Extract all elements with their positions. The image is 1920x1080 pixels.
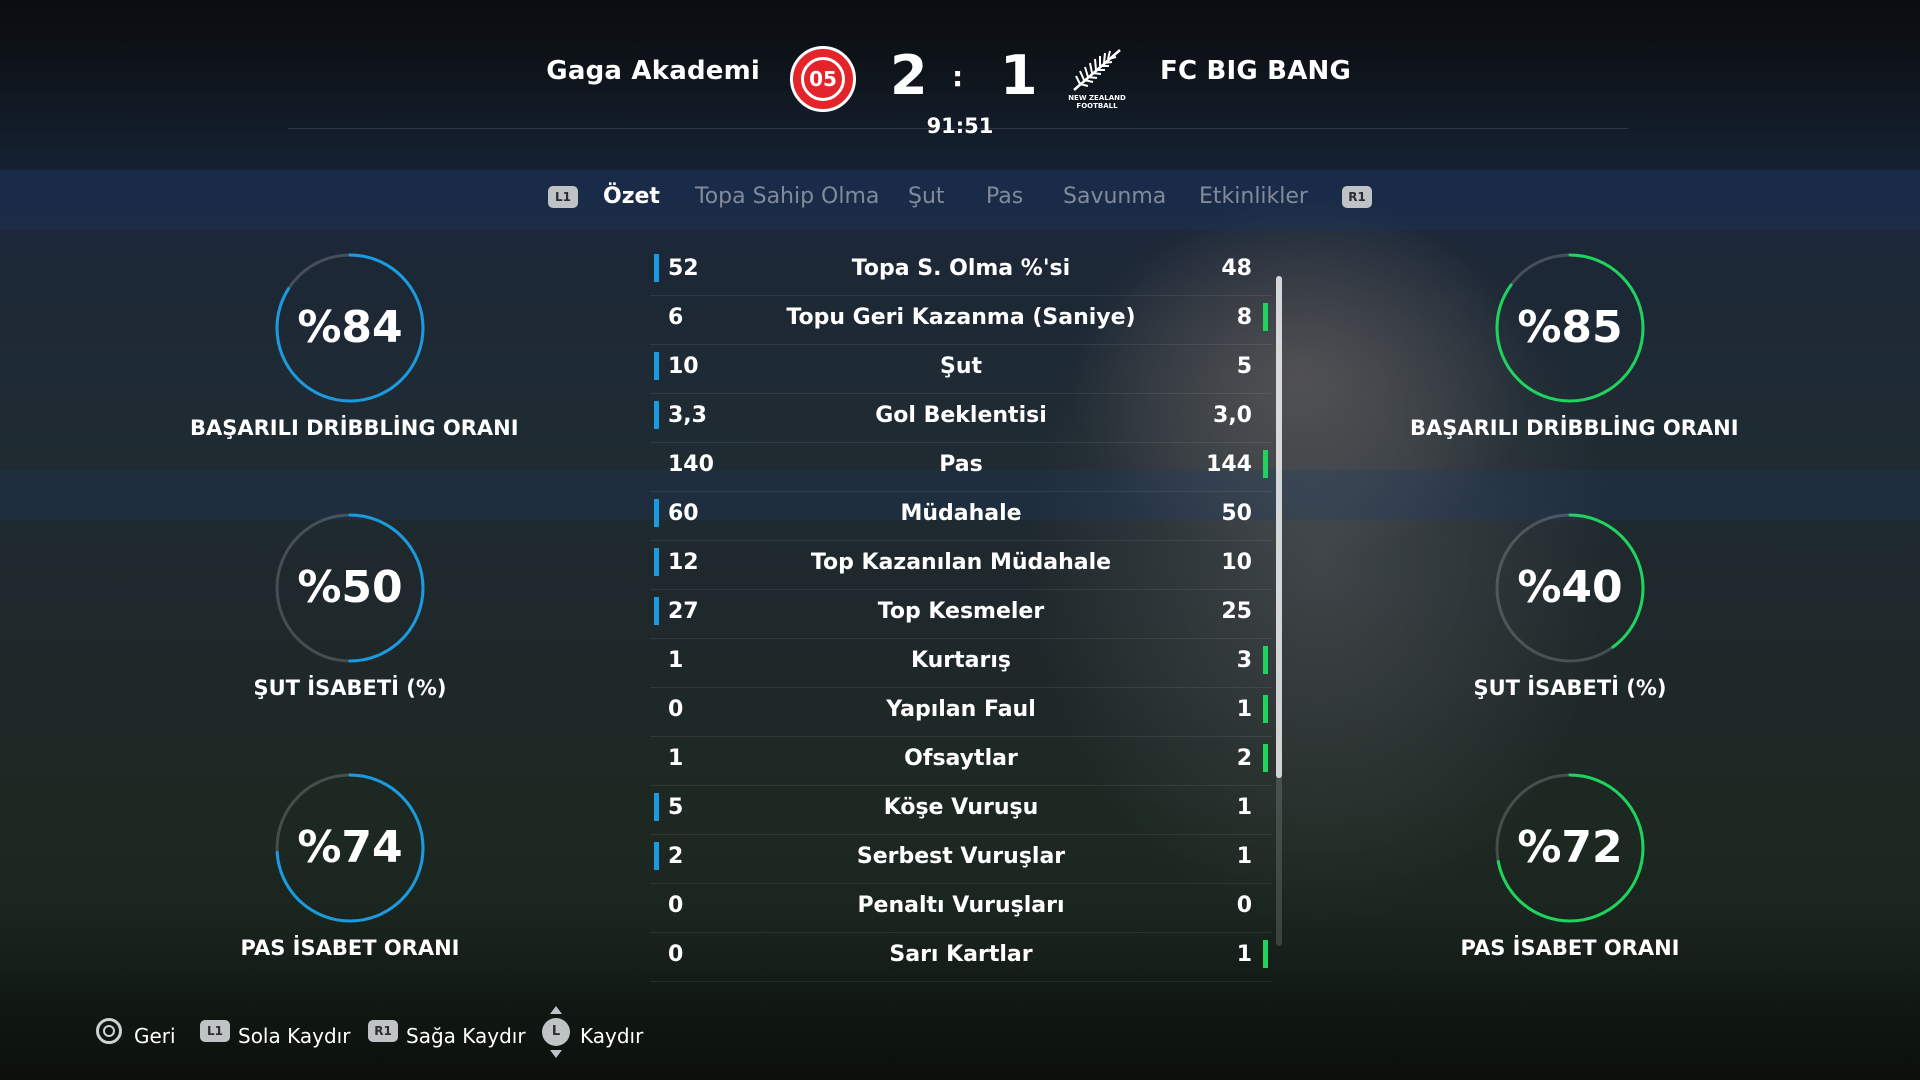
stat-row: 60 Müdahale 50 (650, 491, 1272, 541)
away-stat-value: 48 (1221, 256, 1252, 281)
away-ring-value: %85 (1517, 302, 1623, 353)
away-stat-value: 1 (1236, 795, 1252, 820)
stat-row: 6 Topu Geri Kazanma (Saniye) 8 (650, 295, 1272, 345)
stat-row: 0 Yapılan Faul 1 (650, 687, 1272, 737)
stat-row: 52 Topa S. Olma %'si 48 (650, 246, 1272, 296)
stat-row: 2 Serbest Vuruşlar 1 (650, 834, 1272, 884)
stat-row: 12 Top Kazanılan Müdahale 10 (650, 540, 1272, 590)
stat-row: 140 Pas 144 (650, 442, 1272, 492)
stat-row: 1 Ofsaytlar 2 (650, 736, 1272, 786)
l1-button-icon: L1 (200, 1020, 230, 1042)
away-ring-label: BAŞARILI DRİBBLİNG ORANI (1410, 416, 1739, 440)
stat-label: Topu Geri Kazanma (Saniye) (786, 305, 1136, 330)
away-stat-value: 3,0 (1213, 403, 1252, 428)
fern-icon (1073, 49, 1121, 91)
scroll-left-label: Sola Kaydır (238, 1024, 351, 1048)
stat-label: Pas (939, 452, 983, 477)
away-stat-value: 3 (1236, 648, 1252, 673)
stat-row: 5 Köşe Vuruşu 1 (650, 785, 1272, 835)
home-crest-text: 05 (801, 57, 845, 101)
stat-row: 1 Kurtarış 3 (650, 638, 1272, 688)
home-team-name: Gaga Akademi (546, 56, 760, 86)
away-stat-value: 144 (1206, 452, 1252, 477)
home-ring-label: ŞUT İSABETİ (%) (253, 676, 447, 700)
tab-etkinlikler[interactable]: Etkinlikler (1199, 184, 1308, 209)
away-stat-value: 50 (1221, 501, 1252, 526)
scoreboard: Gaga Akademi 05 2 : 1 NEW ZEALAND FOOTBA… (0, 0, 1920, 140)
away-stat-value: 1 (1236, 697, 1252, 722)
stat-row: 3,3 Gol Beklentisi 3,0 (650, 393, 1272, 443)
stick-up-arrow-icon (550, 1006, 562, 1014)
stats-tabs: L1 Özet Topa Sahip Olma Şut Pas Savunma … (0, 184, 1920, 224)
stat-label: Köşe Vuruşu (883, 795, 1039, 820)
tab-topa-sahip-olma[interactable]: Topa Sahip Olma (695, 184, 879, 209)
stick-down-arrow-icon (550, 1050, 562, 1058)
r1-button-icon: R1 (368, 1020, 398, 1042)
home-team-crest-icon: 05 (790, 46, 856, 112)
stat-label: Top Kesmeler (877, 599, 1045, 624)
stat-label: Ofsaytlar (904, 746, 1018, 771)
stat-label: Serbest Vuruşlar (856, 844, 1066, 869)
r1-button-icon[interactable]: R1 (1342, 186, 1372, 208)
stats-scrollbar-thumb[interactable] (1276, 276, 1282, 778)
home-score: 2 (890, 44, 928, 107)
stat-row: 27 Top Kesmeler 25 (650, 589, 1272, 639)
tab-savunma[interactable]: Savunma (1063, 184, 1166, 209)
away-ring-value: %72 (1517, 822, 1623, 873)
tab-pas[interactable]: Pas (986, 184, 1023, 209)
left-stick-icon: L (542, 1018, 570, 1046)
home-ring-value: %84 (297, 302, 403, 353)
stat-label: Topa S. Olma %'si (851, 256, 1071, 281)
away-ring-value: %40 (1517, 562, 1623, 613)
circle-button-icon (96, 1018, 122, 1044)
scroll-right-label: Sağa Kaydır (406, 1024, 526, 1048)
stats-scrollbar[interactable] (1276, 276, 1282, 946)
tab-ozet[interactable]: Özet (603, 184, 660, 209)
back-label: Geri (134, 1024, 176, 1048)
home-ring-value: %50 (297, 562, 403, 613)
stat-label: Yapılan Faul (886, 697, 1036, 722)
away-stat-value: 25 (1221, 599, 1252, 624)
away-crest-caption: NEW ZEALAND FOOTBALL (1068, 94, 1126, 110)
away-ring-label: ŞUT İSABETİ (%) (1473, 676, 1667, 700)
scroll-label: Kaydır (580, 1024, 644, 1048)
away-score: 1 (1000, 44, 1038, 107)
stat-label: Penaltı Vuruşları (857, 893, 1065, 918)
stat-label: Şut (939, 354, 983, 379)
away-stat-value: 1 (1236, 942, 1252, 967)
away-team-name: FC BIG BANG (1160, 56, 1352, 86)
away-stat-value: 1 (1236, 844, 1252, 869)
away-ring-label: PAS İSABET ORANI (1460, 936, 1680, 960)
home-ring-label: PAS İSABET ORANI (240, 936, 460, 960)
stat-row: 10 Şut 5 (650, 344, 1272, 394)
away-stat-value: 10 (1221, 550, 1252, 575)
match-clock: 91:51 (926, 114, 994, 138)
stat-row: 0 Penaltı Vuruşları 0 (650, 883, 1272, 933)
stat-label: Gol Beklentisi (875, 403, 1047, 428)
away-stat-value: 0 (1236, 893, 1252, 918)
stat-row: 0 Sarı Kartlar 1 (650, 932, 1272, 982)
away-stat-value: 8 (1236, 305, 1252, 330)
score-separator: : (952, 60, 964, 93)
stat-label: Sarı Kartlar (889, 942, 1033, 967)
header-divider (288, 128, 1628, 129)
home-ring-value: %74 (297, 822, 403, 873)
l1-button-icon[interactable]: L1 (548, 186, 578, 208)
away-stat-value: 5 (1236, 354, 1252, 379)
tab-sut[interactable]: Şut (908, 184, 945, 209)
stat-label: Top Kazanılan Müdahale (810, 550, 1112, 575)
away-team-crest-icon: NEW ZEALAND FOOTBALL (1060, 44, 1134, 114)
stat-label: Kurtarış (910, 648, 1012, 673)
away-stat-value: 2 (1236, 746, 1252, 771)
stat-label: Müdahale (900, 501, 1022, 526)
home-ring-label: BAŞARILI DRİBBLİNG ORANI (190, 416, 519, 440)
